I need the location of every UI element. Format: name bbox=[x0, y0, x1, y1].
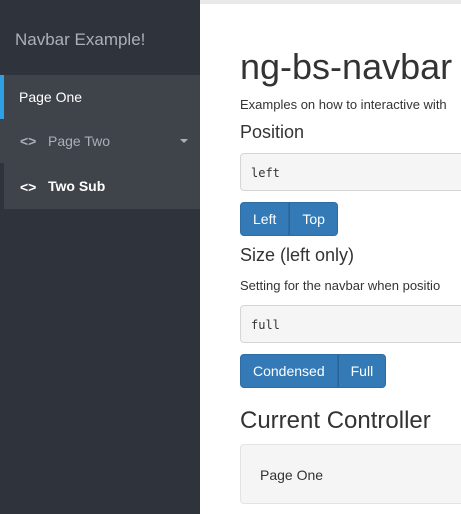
caret-down-icon bbox=[180, 139, 188, 143]
page-title: ng-bs-navbar bbox=[240, 46, 453, 87]
size-help-text: Setting for the navbar when positio bbox=[240, 278, 441, 293]
navbar-brand[interactable]: Navbar Example! bbox=[15, 30, 145, 50]
sidebar-subitem-two-sub[interactable]: <> Two Sub bbox=[0, 163, 200, 209]
intro-text: Examples on how to interactive with bbox=[240, 97, 447, 112]
code-icon: <> bbox=[20, 133, 37, 149]
left-button[interactable]: Left bbox=[240, 202, 290, 236]
main-content: ng-bs-navbar Examples on how to interact… bbox=[240, 0, 461, 514]
sidebar-item-label: Page Two bbox=[48, 133, 111, 149]
sidebar-item-label: Page One bbox=[19, 89, 83, 105]
code-icon: <> bbox=[20, 179, 37, 195]
position-value-box: left bbox=[240, 153, 461, 191]
sidebar-nav: Page One <> Page Two <> Two Sub bbox=[0, 75, 200, 209]
size-value-box: full bbox=[240, 305, 461, 343]
position-heading: Position bbox=[240, 122, 305, 142]
controller-value: Page One bbox=[260, 467, 324, 483]
size-value: full bbox=[251, 318, 280, 332]
sidebar-item-label: Two Sub bbox=[48, 178, 106, 194]
condensed-button[interactable]: Condensed bbox=[240, 354, 338, 388]
controller-heading: Current Controller bbox=[240, 407, 431, 434]
controller-well: Page One bbox=[240, 444, 461, 504]
position-button-group: Left Top bbox=[240, 202, 338, 236]
sidebar-item-page-two[interactable]: <> Page Two bbox=[0, 119, 200, 163]
position-value: left bbox=[251, 166, 280, 180]
size-button-group: Condensed Full bbox=[240, 354, 387, 388]
full-button[interactable]: Full bbox=[337, 354, 387, 388]
size-heading: Size (left only) bbox=[240, 245, 355, 265]
top-button[interactable]: Top bbox=[289, 202, 338, 236]
sidebar-item-page-one[interactable]: Page One bbox=[0, 75, 200, 119]
sidebar: Navbar Example! Page One <> Page Two <> … bbox=[0, 0, 200, 514]
